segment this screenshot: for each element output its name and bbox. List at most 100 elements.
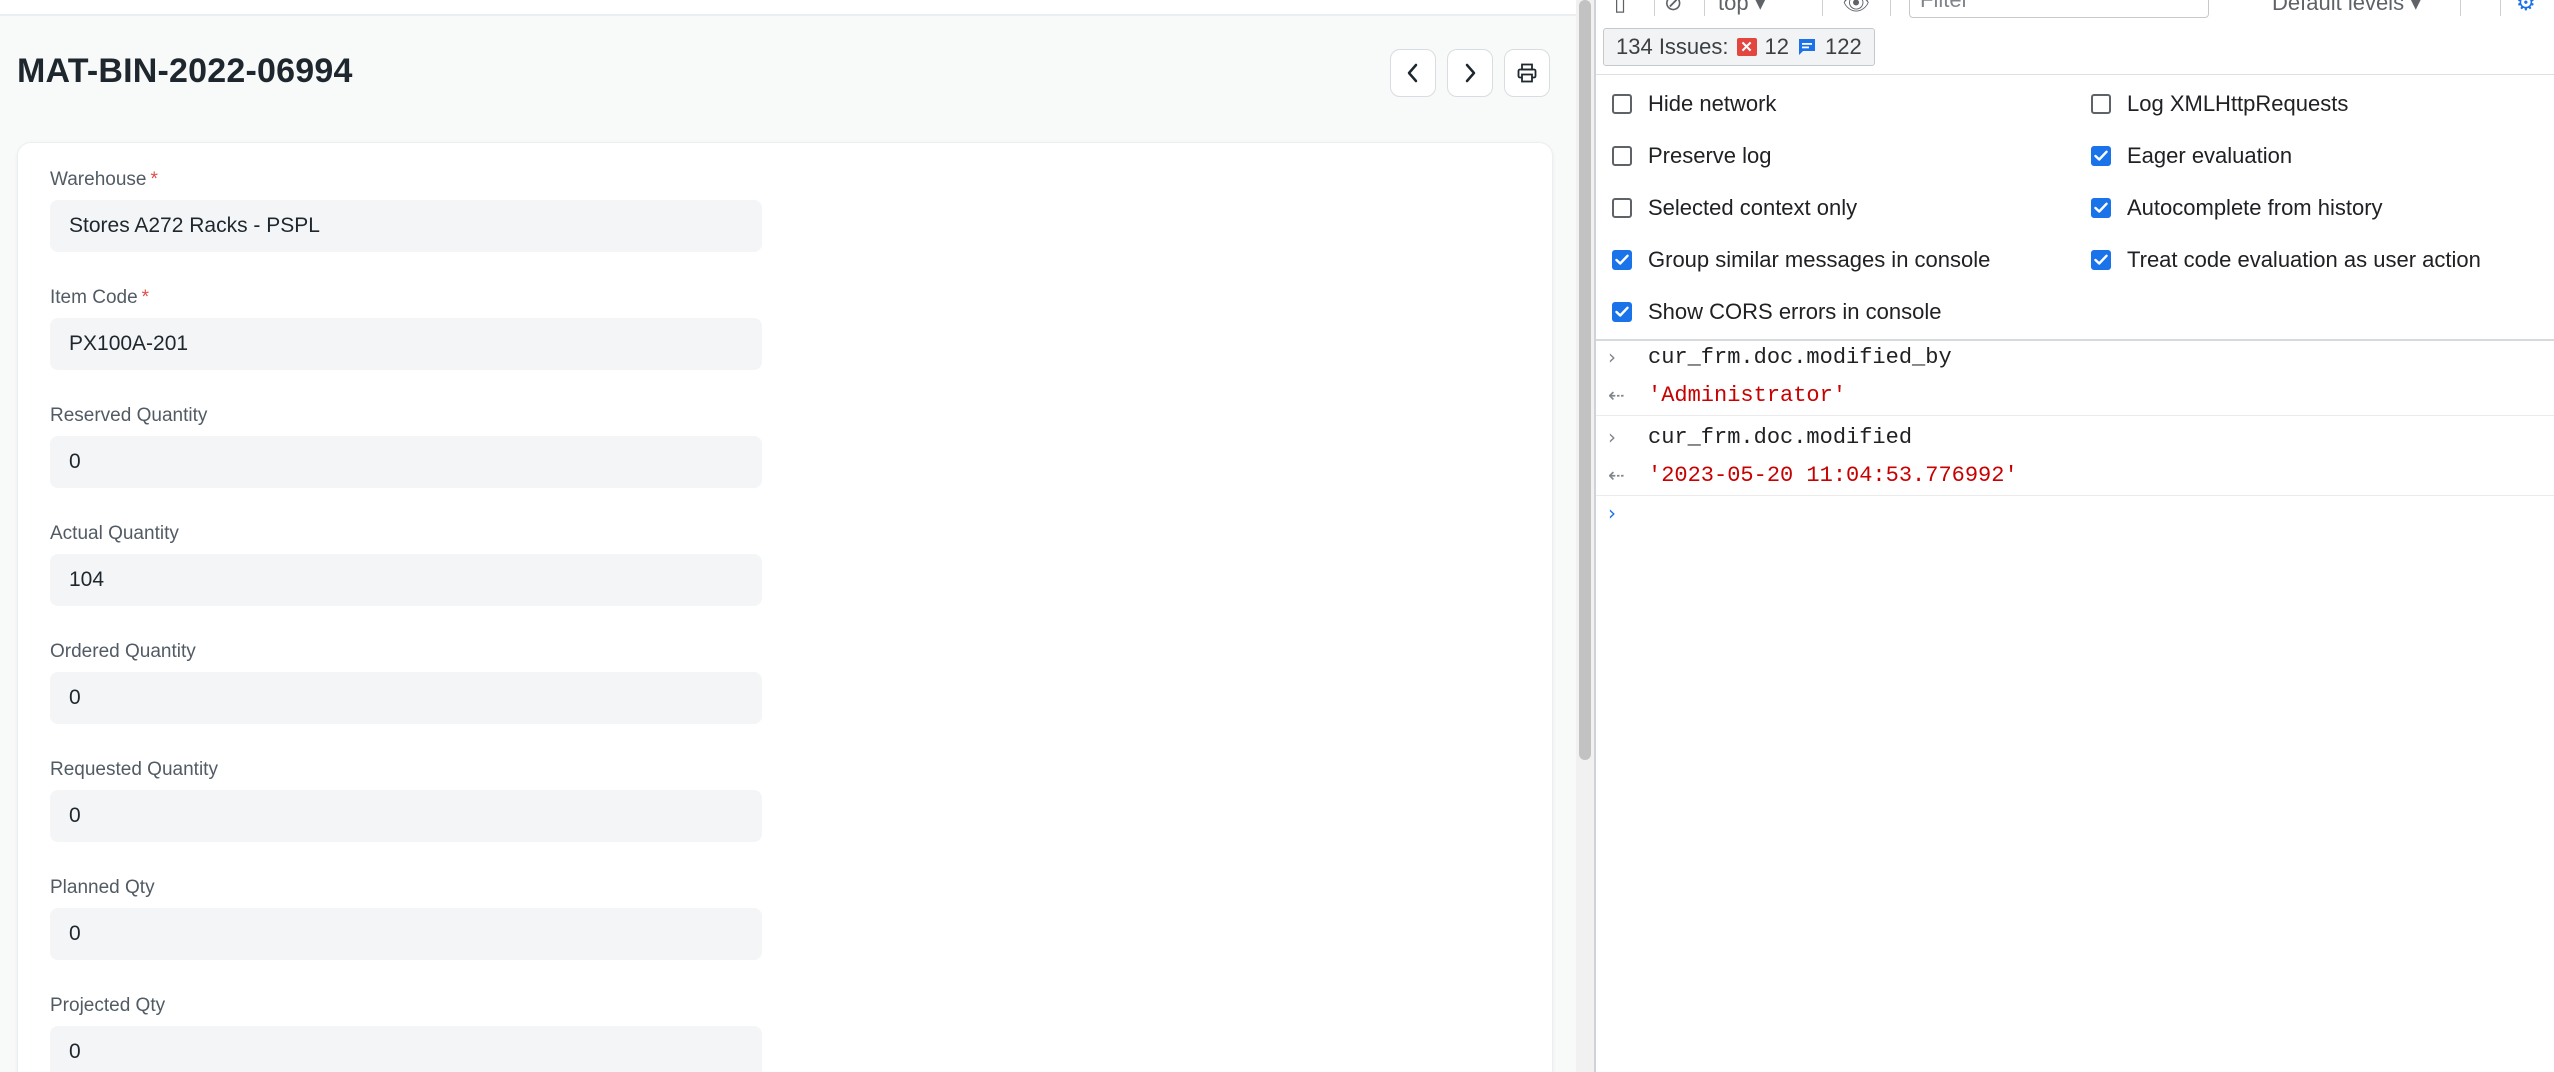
live-expression-eye-icon[interactable]: 👁 — [1842, 0, 1870, 16]
checkbox-checked-icon[interactable] — [1612, 250, 1632, 270]
ordered-quantity-field[interactable]: 0 — [50, 672, 762, 724]
next-document-button[interactable] — [1447, 49, 1493, 97]
levels-label: Default levels — [2272, 0, 2405, 15]
checkbox-unchecked-icon[interactable] — [1612, 146, 1632, 166]
chevron-left-icon — [1407, 63, 1418, 83]
warehouse-label: Warehouse * — [50, 169, 158, 191]
console-divider — [1596, 415, 2554, 416]
ordered-quantity-label: Ordered Quantity — [50, 641, 196, 663]
required-asterisk: * — [141, 287, 150, 308]
issues-bar: 134 Issues: ✕ 12 122 — [1596, 22, 2554, 75]
checkbox-label: Log XMLHttpRequests — [2127, 91, 2349, 116]
field-label-text: Warehouse — [50, 169, 147, 190]
item-code-field[interactable]: PX100A-201 — [50, 318, 762, 370]
console-settings: Hide network Log XMLHttpRequests Preserve … — [1596, 74, 2554, 341]
console-prompt[interactable]: › — [1596, 495, 2554, 533]
log-xmlhttprequests-checkbox[interactable]: Log XMLHttpRequests — [2091, 91, 2348, 117]
checkbox-checked-icon[interactable] — [1612, 302, 1632, 322]
context-selector[interactable]: top ▾ — [1718, 0, 1766, 16]
hide-network-checkbox[interactable]: Hide network — [1612, 91, 1776, 117]
log-levels-dropdown[interactable]: Default levels ▾ — [2272, 0, 2421, 16]
selected-context-only-checkbox[interactable]: Selected context only — [1612, 195, 1857, 221]
projected-qty-label: Projected Qty — [50, 995, 165, 1017]
print-button[interactable] — [1504, 49, 1550, 97]
console-output[interactable]: › cur_frm.doc.modified_by ⇠ 'Administrator'… — [1596, 339, 2554, 1072]
show-cors-errors-in-console-checkbox[interactable]: Show CORS errors in console — [1612, 299, 1941, 325]
eager-evaluation-checkbox[interactable]: Eager evaluation — [2091, 143, 2292, 169]
checkbox-checked-icon[interactable] — [2091, 198, 2111, 218]
planned-qty-label: Planned Qty — [50, 877, 155, 899]
field-label-text: Reserved Quantity — [50, 405, 208, 426]
autocomplete-from-history-checkbox[interactable]: Autocomplete from history — [2091, 195, 2383, 221]
field-label-text: Planned Qty — [50, 877, 155, 898]
clear-console-icon[interactable]: ⊘ — [1664, 0, 1682, 16]
filter-input[interactable]: Filter — [1909, 0, 2209, 18]
checkbox-label: Group similar messages in console — [1648, 247, 1991, 272]
field-label-text: Actual Quantity — [50, 523, 179, 544]
checkbox-checked-icon[interactable] — [2091, 146, 2111, 166]
issues-label: 134 Issues: — [1616, 34, 1729, 59]
group-similar-messages-in-console-checkbox[interactable]: Group similar messages in console — [1612, 247, 1990, 273]
field-label-text: Requested Quantity — [50, 759, 218, 780]
checkbox-label: Autocomplete from history — [2127, 195, 2383, 220]
planned-qty-field[interactable]: 0 — [50, 908, 762, 960]
printer-icon — [1517, 63, 1537, 83]
field-label-text: Item Code — [50, 287, 138, 308]
console-value: '2023-05-20 11:04:53.776992' — [1648, 463, 2018, 488]
toolbar-divider — [1704, 0, 1705, 16]
requested-quantity-label: Requested Quantity — [50, 759, 218, 781]
page-scrollbar[interactable] — [1576, 0, 1594, 1072]
toolbar-divider — [1822, 0, 1823, 16]
scrollbar-thumb[interactable] — [1579, 0, 1591, 760]
reserved-quantity-field[interactable]: 0 — [50, 436, 762, 488]
filter-placeholder: Filter — [1920, 0, 1969, 12]
reserved-quantity-label: Reserved Quantity — [50, 405, 207, 427]
input-chevron-icon: › — [1608, 345, 1616, 369]
projected-qty-field[interactable]: 0 — [50, 1026, 762, 1072]
gear-icon[interactable]: ⚙ — [2516, 0, 2536, 16]
checkbox-label: Treat code evaluation as user action — [2127, 247, 2481, 272]
checkbox-unchecked-icon[interactable] — [2091, 94, 2111, 114]
actual-quantity-label: Actual Quantity — [50, 523, 179, 545]
page-title: MAT-BIN-2022-06994 — [17, 52, 353, 90]
toolbar-divider — [2500, 0, 2501, 16]
console-toolbar: ▯ ⊘ top ▾ 👁 Filter Default levels ▾ ⚙ — [1596, 0, 2554, 23]
sidebar-toggle-icon[interactable]: ▯ — [1614, 0, 1626, 16]
form-card: Warehouse * Stores A272 Racks - PSPL Item C… — [17, 142, 1553, 1072]
checkbox-label: Preserve log — [1648, 143, 1772, 168]
console-command: cur_frm.doc.modified_by — [1648, 345, 1952, 370]
checkbox-label: Eager evaluation — [2127, 143, 2293, 168]
navbar-edge — [0, 0, 1576, 16]
console-value: 'Administrator' — [1648, 383, 1847, 408]
context-label: top — [1718, 0, 1749, 15]
field-label-text: Projected Qty — [50, 995, 166, 1016]
warehouse-field[interactable]: Stores A272 Racks - PSPL — [50, 200, 762, 252]
toolbar-divider — [1890, 0, 1891, 16]
checkbox-label: Selected context only — [1648, 195, 1858, 220]
issues-error-count: 12 — [1764, 34, 1789, 59]
chevron-right-icon — [1465, 63, 1476, 83]
app-pane: MAT-BIN-2022-06994 Warehouse * Stores A272… — [0, 0, 1576, 1072]
prompt-chevron-icon: › — [1608, 501, 1616, 525]
result-arrow-icon: ⇠ — [1608, 463, 1625, 487]
treat-code-evaluation-as-user-action-checkbox[interactable]: Treat code evaluation as user action — [2091, 247, 2481, 273]
checkbox-label: Show CORS errors in console — [1648, 299, 1942, 324]
checkbox-label: Hide network — [1648, 91, 1777, 116]
console-result-row: ⇠ '2023-05-20 11:04:53.776992' — [1596, 457, 2554, 495]
previous-document-button[interactable] — [1390, 49, 1436, 97]
result-arrow-icon: ⇠ — [1608, 383, 1625, 407]
toolbar-divider — [1654, 0, 1655, 16]
requested-quantity-field[interactable]: 0 — [50, 790, 762, 842]
console-input-row: › cur_frm.doc.modified_by — [1596, 339, 2554, 377]
preserve-log-checkbox[interactable]: Preserve log — [1612, 143, 1772, 169]
message-icon — [1799, 39, 1815, 55]
input-chevron-icon: › — [1608, 425, 1616, 449]
issues-button[interactable]: 134 Issues: ✕ 12 122 — [1603, 28, 1875, 66]
actual-quantity-field[interactable]: 104 — [50, 554, 762, 606]
checkbox-unchecked-icon[interactable] — [1612, 198, 1632, 218]
toolbar-divider — [2460, 0, 2461, 16]
checkbox-checked-icon[interactable] — [2091, 250, 2111, 270]
field-label-text: Ordered Quantity — [50, 641, 196, 662]
checkbox-unchecked-icon[interactable] — [1612, 94, 1632, 114]
devtools-panel: ▯ ⊘ top ▾ 👁 Filter Default levels ▾ ⚙ 13… — [1594, 0, 2554, 1072]
